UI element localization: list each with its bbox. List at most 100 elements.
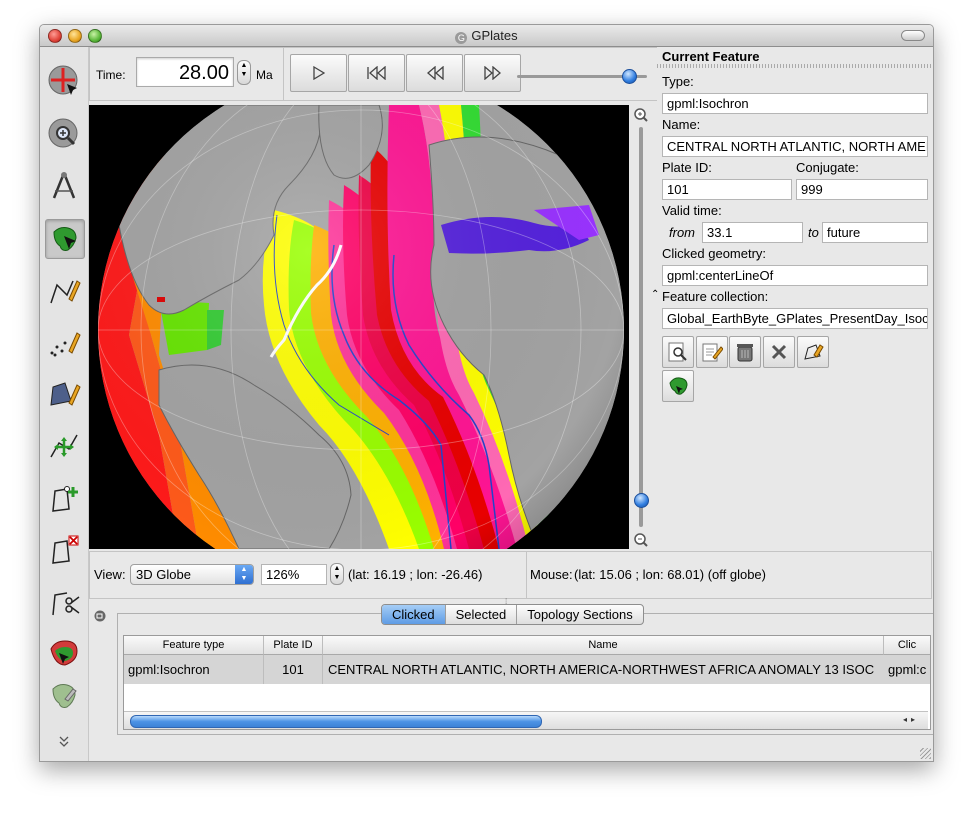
plate-feature-button[interactable] xyxy=(662,370,694,402)
zoom-in-icon[interactable] xyxy=(633,107,649,123)
delete-vertex-tool[interactable] xyxy=(45,531,83,569)
digitise-multipoint-tool[interactable] xyxy=(45,323,83,361)
delete-feature-button[interactable] xyxy=(729,336,761,368)
insert-vertex-tool[interactable] xyxy=(45,479,83,517)
type-label: Type: xyxy=(662,74,694,89)
time-unit: Ma xyxy=(256,68,273,82)
clear-selection-icon xyxy=(771,344,787,360)
globe-view xyxy=(98,105,624,549)
clicked-geometry-label: Clicked geometry: xyxy=(662,246,767,261)
clone-feature-button[interactable] xyxy=(797,336,829,368)
clear-selection-button[interactable] xyxy=(763,336,795,368)
select-feature-icon xyxy=(53,227,77,251)
edit-feature-icon xyxy=(702,343,723,362)
projection-select[interactable]: 3D Globe ▲ ▼ xyxy=(130,564,254,585)
drag-globe-icon xyxy=(48,65,78,95)
reset-animation-button[interactable] xyxy=(348,54,405,92)
expand-toolbar-icon xyxy=(59,736,69,747)
rewind-to-start-icon xyxy=(366,66,386,80)
column-header-name[interactable]: Name xyxy=(323,636,884,655)
step-forward-button[interactable] xyxy=(464,54,521,92)
zoom-slider-thumb[interactable] xyxy=(634,493,649,508)
conjugate-label: Conjugate: xyxy=(796,160,859,175)
collapse-caret-icon[interactable]: ⌃ xyxy=(651,289,659,300)
plate-id-label: Plate ID: xyxy=(662,160,712,175)
time-spinner[interactable]: ▲ ▼ xyxy=(237,60,251,85)
time-control: Time: 28.00 ▲ ▼ Ma xyxy=(89,47,286,101)
globe-canvas[interactable] xyxy=(89,105,629,549)
view-bar: View: 3D Globe ▲ ▼ 126% ▲ ▼ (lat: 16.19 ; … xyxy=(89,551,528,599)
edit-feature-button[interactable] xyxy=(696,336,728,368)
expand-toolbar-button[interactable] xyxy=(45,733,83,749)
build-topology-tool[interactable] xyxy=(45,635,83,673)
horizontal-scrollbar[interactable]: ◂▸ xyxy=(124,711,928,729)
cell-plate-id: 101 xyxy=(264,655,323,684)
feature-collection-field[interactable]: Global_EarthByte_GPlates_PresentDay_Isoc… xyxy=(662,308,928,329)
play-button[interactable] xyxy=(290,54,347,92)
name-field[interactable]: CENTRAL NORTH ATLANTIC, NORTH AMERICA-NO… xyxy=(662,136,928,157)
feature-collection-label: Feature collection: xyxy=(662,289,769,304)
zoom-globe-tool[interactable] xyxy=(45,115,83,153)
move-vertex-tool[interactable] xyxy=(45,427,83,465)
valid-to-field[interactable]: future xyxy=(822,222,928,243)
feature-table: Feature type Plate ID Name Clic gpml:Iso… xyxy=(123,635,931,730)
move-vertex-icon xyxy=(50,434,78,458)
mouse-coordinates: (lat: 15.06 ; lon: 68.01) (off globe) xyxy=(574,567,766,582)
name-label: Name: xyxy=(662,117,701,132)
delete-feature-icon xyxy=(737,344,753,362)
valid-from-field[interactable]: 33.1 xyxy=(702,222,803,243)
digitise-multipoint-icon xyxy=(50,332,81,357)
resize-grip[interactable] xyxy=(920,748,931,759)
zoom-out-icon[interactable] xyxy=(633,532,649,548)
drag-globe-tool[interactable] xyxy=(45,62,83,100)
plate-id-field[interactable]: 101 xyxy=(662,179,792,200)
app-icon: G xyxy=(455,32,468,44)
cell-name: CENTRAL NORTH ATLANTIC, NORTH AMERICA-NO… xyxy=(323,655,885,684)
digitise-polyline-tool[interactable] xyxy=(45,271,83,309)
column-header-feature-type[interactable]: Feature type xyxy=(124,636,264,655)
table-frame: Feature type Plate ID Name Clic gpml:Iso… xyxy=(117,613,933,735)
step-backward-icon xyxy=(426,66,444,80)
type-field[interactable]: gpml:Isochron xyxy=(662,93,928,114)
delete-vertex-icon xyxy=(52,535,79,564)
animation-slider-thumb[interactable] xyxy=(621,69,637,84)
zoom-percent-spinner[interactable]: ▲ ▼ xyxy=(330,563,344,585)
query-feature-button[interactable] xyxy=(662,336,694,368)
measure-distance-tool[interactable] xyxy=(45,167,83,205)
tab-topology-sections[interactable]: Topology Sections xyxy=(517,605,643,624)
horizontal-scroll-thumb[interactable] xyxy=(130,715,542,728)
conjugate-field[interactable]: 999 xyxy=(796,179,928,200)
digitise-polygon-tool[interactable] xyxy=(45,375,83,413)
to-label: to xyxy=(808,225,819,240)
step-backward-button[interactable] xyxy=(406,54,463,92)
window-title: G GPlates xyxy=(40,28,933,44)
zoom-globe-icon xyxy=(48,118,78,148)
edit-topology-tool[interactable] xyxy=(45,677,83,715)
plate-feature-icon xyxy=(669,377,688,395)
scroll-arrows-icon[interactable]: ◂▸ xyxy=(896,712,926,728)
column-header-clicked[interactable]: Clic xyxy=(884,636,930,655)
query-feature-icon xyxy=(668,342,687,362)
toolbar-toggle-button[interactable] xyxy=(901,30,925,41)
zoom-slider-track[interactable] xyxy=(639,127,643,527)
build-topology-icon xyxy=(50,640,78,666)
tab-selected[interactable]: Selected xyxy=(446,605,518,624)
insert-vertex-icon xyxy=(52,486,78,512)
split-feature-tool[interactable] xyxy=(45,583,83,621)
zoom-slider-panel xyxy=(629,105,653,549)
tab-clicked[interactable]: Clicked xyxy=(382,605,446,624)
camera-coordinates: (lat: 16.19 ; lon: -26.46) xyxy=(348,567,483,582)
time-input[interactable]: 28.00 xyxy=(136,57,234,87)
split-feature-icon xyxy=(52,592,80,616)
select-feature-tool[interactable] xyxy=(45,219,85,259)
zoom-percent-field[interactable]: 126% xyxy=(261,564,327,585)
float-panel-icon[interactable] xyxy=(94,610,106,622)
from-label: from xyxy=(669,225,695,240)
cell-feature-type: gpml:Isochron xyxy=(124,655,264,684)
clicked-geometry-field[interactable]: gpml:centerLineOf xyxy=(662,265,928,286)
measure-distance-icon xyxy=(52,172,76,199)
column-header-plate-id[interactable]: Plate ID xyxy=(264,636,323,655)
panel-divider xyxy=(657,64,933,68)
animation-controls xyxy=(283,47,659,101)
feature-table-panel: ⁞ Feature type Plate ID Name Clic gpml:I… xyxy=(89,597,933,761)
